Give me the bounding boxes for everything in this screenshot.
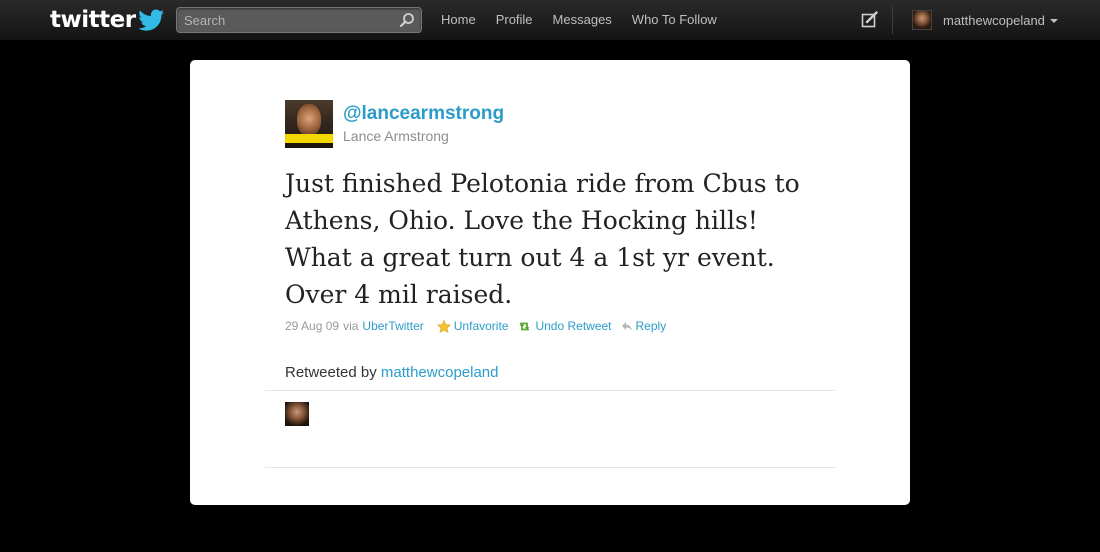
user-menu[interactable]: matthewcopeland (912, 9, 1058, 31)
compose-tweet-icon[interactable] (861, 11, 878, 28)
twitter-logo[interactable]: twitter (50, 7, 165, 33)
author-avatar[interactable] (285, 100, 333, 148)
nav-who-to-follow[interactable]: Who To Follow (622, 0, 727, 40)
nav-messages[interactable]: Messages (543, 0, 622, 40)
search-input[interactable] (177, 8, 404, 32)
undo-retweet-label: Undo Retweet (535, 319, 612, 333)
user-menu-name: matthewcopeland (943, 12, 1045, 28)
user-avatar (912, 10, 932, 30)
retweeted-by: Retweeted by matthewcopeland (285, 364, 498, 381)
via-label: via (343, 319, 359, 333)
bird-icon (138, 9, 164, 31)
search-icon[interactable] (399, 12, 415, 28)
tweet-date[interactable]: 29 Aug 09 (285, 319, 339, 333)
retweeted-by-user-link[interactable]: matthewcopeland (381, 364, 499, 381)
tweet-source-link[interactable]: UberTwitter (362, 319, 423, 333)
unfavorite-button[interactable]: Unfavorite (436, 319, 509, 333)
tweet-text-line: Athens, Ohio. Love the Hocking hills! (285, 206, 758, 235)
tweet-text-line: What a great turn out 4 a 1st yr event. (285, 243, 775, 272)
tweet-text-line: Just finished Pelotonia ride from Cbus t… (285, 169, 800, 198)
tweet-meta: 29 Aug 09 via UberTwitter Unfavorite Und… (285, 319, 666, 333)
reply-label: Reply (635, 319, 667, 333)
tweet-text-line: Over 4 mil raised. (285, 280, 513, 309)
divider (265, 467, 835, 468)
divider (265, 390, 835, 391)
reply-button[interactable]: Reply (621, 319, 667, 333)
nav-profile[interactable]: Profile (486, 0, 543, 40)
undo-retweet-button[interactable]: Undo Retweet (517, 319, 612, 333)
tweet-text: Just finished Pelotonia ride from Cbus t… (285, 165, 845, 313)
author-screen-name[interactable]: @lancearmstrong (343, 103, 504, 125)
retweet-icon (520, 322, 530, 330)
avatar-face (297, 104, 321, 136)
main-nav: Home Profile Messages Who To Follow (431, 0, 727, 40)
unfavorite-label: Unfavorite (453, 319, 509, 333)
nav-home[interactable]: Home (431, 0, 486, 40)
logo-text: twitter (50, 7, 136, 33)
chevron-down-icon (1049, 19, 1058, 23)
top-bar: twitter Home Profile Messages Who To Fol… (0, 0, 1100, 41)
avatar-yellow-band (285, 134, 333, 143)
nav-divider (892, 6, 893, 34)
reply-icon (621, 321, 632, 331)
star-icon (436, 319, 451, 333)
search-box (176, 7, 422, 33)
retweeter-avatar[interactable] (285, 402, 309, 426)
author-full-name: Lance Armstrong (343, 128, 449, 144)
retweeted-by-label: Retweeted by (285, 364, 377, 381)
tweet-card: @lancearmstrong Lance Armstrong Just fin… (190, 60, 910, 505)
